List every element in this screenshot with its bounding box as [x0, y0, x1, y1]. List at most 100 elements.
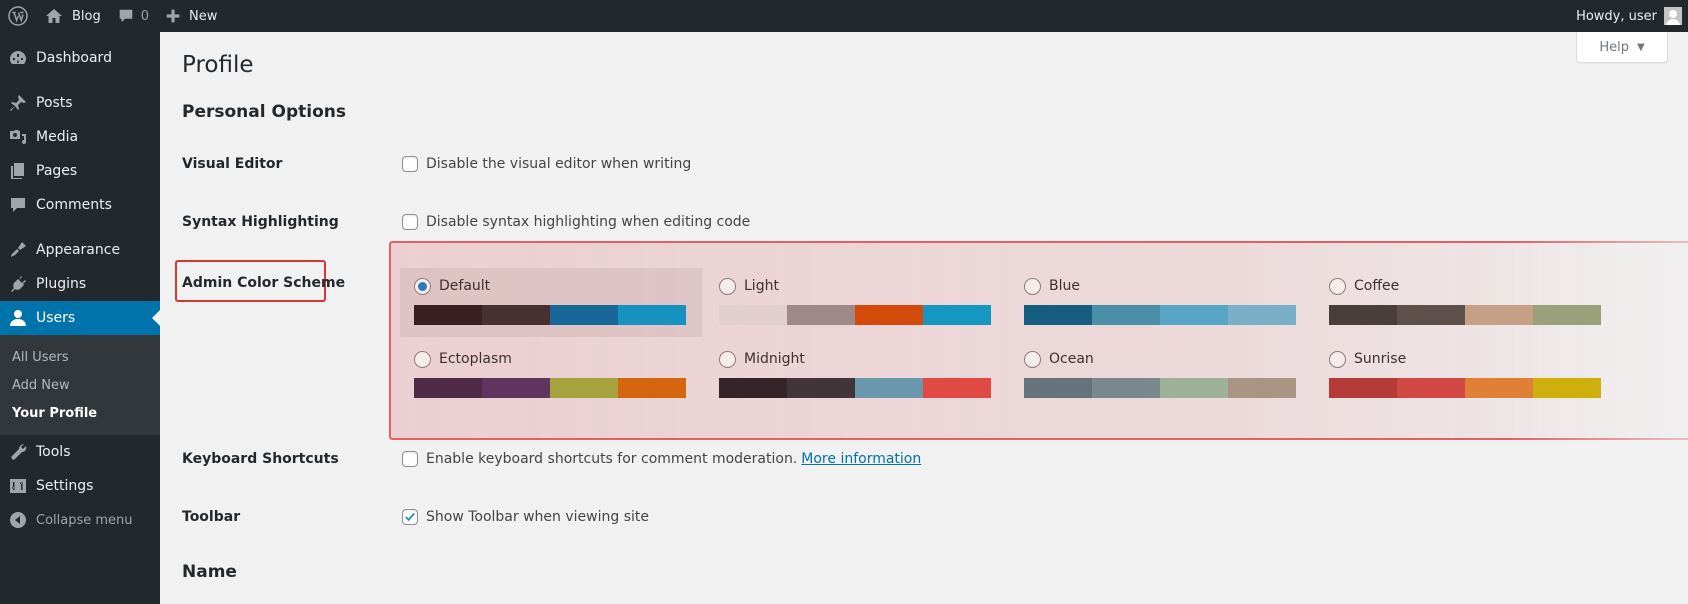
color-swatch — [1024, 378, 1092, 398]
color-scheme-option-blue[interactable]: Blue — [1010, 268, 1312, 337]
toolbar-label: Toolbar — [182, 509, 241, 525]
color-scheme-radio[interactable] — [719, 277, 736, 295]
media-icon — [0, 127, 36, 147]
visual-editor-label: Visual Editor — [182, 156, 283, 172]
my-account-menu[interactable]: Howdy, user — [1568, 0, 1688, 32]
keyboard-shortcuts-option: Enable keyboard shortcuts for comment mo… — [426, 451, 798, 467]
color-scheme-radio[interactable] — [1024, 277, 1041, 295]
dashboard-icon — [0, 48, 36, 68]
admin-sidebar: Dashboard Posts Media Pages Comments App… — [0, 32, 160, 604]
sidebar-item-tools[interactable]: Tools — [0, 435, 160, 469]
color-swatch — [855, 305, 923, 325]
keyboard-shortcuts-field: Enable keyboard shortcuts for comment mo… — [402, 451, 921, 467]
users-submenu: All Users Add New Your Profile — [0, 335, 160, 435]
wordpress-logo-button[interactable] — [0, 0, 36, 32]
collapse-menu-button[interactable]: Collapse menu — [0, 503, 160, 537]
color-scheme-option-light[interactable]: Light — [705, 268, 1007, 337]
color-scheme-radio[interactable] — [414, 277, 431, 295]
color-scheme-radio[interactable] — [1329, 350, 1346, 368]
help-button[interactable]: Help ▼ — [1576, 32, 1668, 63]
checkmark-icon — [405, 512, 415, 522]
color-swatch — [482, 378, 550, 398]
sidebar-item-label: Pages — [36, 163, 78, 179]
howdy-text: Howdy, user — [1576, 8, 1657, 24]
color-swatch — [1228, 305, 1296, 325]
color-palette — [1329, 305, 1601, 325]
color-scheme-label: Coffee — [1354, 278, 1400, 294]
wordpress-logo-icon — [8, 6, 28, 26]
sidebar-item-pages[interactable]: Pages — [0, 154, 160, 188]
site-name-link[interactable]: Blog — [36, 0, 109, 32]
keyboard-shortcuts-checkbox[interactable] — [402, 451, 418, 467]
submenu-all-users[interactable]: All Users — [0, 343, 160, 371]
sidebar-item-plugins[interactable]: Plugins — [0, 267, 160, 301]
color-scheme-option-midnight[interactable]: Midnight — [705, 341, 1007, 410]
color-swatch — [1329, 305, 1397, 325]
color-scheme-label: Blue — [1049, 278, 1080, 294]
syntax-highlighting-option: Disable syntax highlighting when editing… — [426, 214, 751, 230]
color-swatch — [787, 305, 855, 325]
sidebar-item-media[interactable]: Media — [0, 120, 160, 154]
color-scheme-radio[interactable] — [1024, 350, 1041, 368]
sidebar-item-label: Media — [36, 129, 79, 145]
more-information-link[interactable]: More information — [801, 451, 921, 467]
color-swatch — [1228, 378, 1296, 398]
sidebar-item-label: Posts — [36, 95, 73, 111]
color-scheme-label: Sunrise — [1354, 351, 1407, 367]
color-scheme-label: Default — [439, 278, 491, 294]
new-content-link[interactable]: New — [157, 0, 225, 32]
color-scheme-option-coffee[interactable]: Coffee — [1315, 268, 1617, 337]
plug-icon — [0, 274, 36, 294]
color-scheme-name-row: Coffee — [1329, 276, 1603, 296]
color-swatch — [1024, 305, 1092, 325]
comment-icon — [0, 195, 36, 215]
sidebar-item-label: Plugins — [36, 276, 87, 292]
color-scheme-option-ocean[interactable]: Ocean — [1010, 341, 1312, 410]
toolbar-checkbox[interactable] — [402, 509, 418, 525]
sidebar-item-label: Appearance — [36, 242, 121, 258]
admin-bar: Blog 0 New Howdy, user — [0, 0, 1688, 32]
color-scheme-name-row: Sunrise — [1329, 349, 1603, 369]
color-scheme-radio[interactable] — [414, 350, 431, 368]
visual-editor-field: Disable the visual editor when writing — [402, 156, 691, 172]
syntax-highlighting-field: Disable syntax highlighting when editing… — [402, 214, 750, 230]
sidebar-item-posts[interactable]: Posts — [0, 86, 160, 120]
color-swatch — [1397, 305, 1465, 325]
color-palette — [1024, 305, 1296, 325]
keyboard-shortcuts-label: Keyboard Shortcuts — [182, 451, 339, 467]
color-swatch — [1329, 378, 1397, 398]
color-palette — [414, 305, 686, 325]
syntax-highlighting-label: Syntax Highlighting — [182, 214, 339, 230]
sidebar-item-dashboard[interactable]: Dashboard — [0, 41, 160, 75]
color-swatch — [414, 305, 482, 325]
color-scheme-radio[interactable] — [1329, 277, 1346, 295]
color-scheme-name-row: Ectoplasm — [414, 349, 688, 369]
name-heading: Name — [182, 562, 237, 582]
main-content: Help ▼ Profile Personal Options Visual E… — [160, 32, 1688, 604]
color-scheme-option-sunrise[interactable]: Sunrise — [1315, 341, 1617, 410]
visual-editor-option: Disable the visual editor when writing — [426, 156, 692, 172]
color-scheme-option-ectoplasm[interactable]: Ectoplasm — [400, 341, 702, 410]
color-palette — [719, 305, 991, 325]
color-scheme-picker: Default Light Blue Coffee Ectoplasm Midnight O… — [400, 268, 1688, 410]
sidebar-item-users[interactable]: Users — [0, 301, 160, 335]
color-swatch — [923, 305, 991, 325]
submenu-add-new[interactable]: Add New — [0, 371, 160, 399]
comments-link[interactable]: 0 — [109, 0, 157, 32]
color-scheme-radio[interactable] — [719, 350, 736, 368]
syntax-highlighting-checkbox[interactable] — [402, 214, 418, 230]
visual-editor-checkbox[interactable] — [402, 156, 418, 172]
color-swatch — [1465, 378, 1533, 398]
color-scheme-option-default[interactable]: Default — [400, 268, 702, 337]
sidebar-item-settings[interactable]: Settings — [0, 469, 160, 503]
color-scheme-name-row: Light — [719, 276, 993, 296]
color-swatch — [1092, 378, 1160, 398]
color-swatch — [719, 378, 787, 398]
color-swatch — [855, 378, 923, 398]
color-swatch — [1397, 378, 1465, 398]
sidebar-item-appearance[interactable]: Appearance — [0, 233, 160, 267]
sidebar-item-comments[interactable]: Comments — [0, 188, 160, 222]
submenu-your-profile[interactable]: Your Profile — [0, 399, 160, 427]
sidebar-item-label: Tools — [36, 444, 71, 460]
help-label: Help — [1599, 39, 1629, 55]
